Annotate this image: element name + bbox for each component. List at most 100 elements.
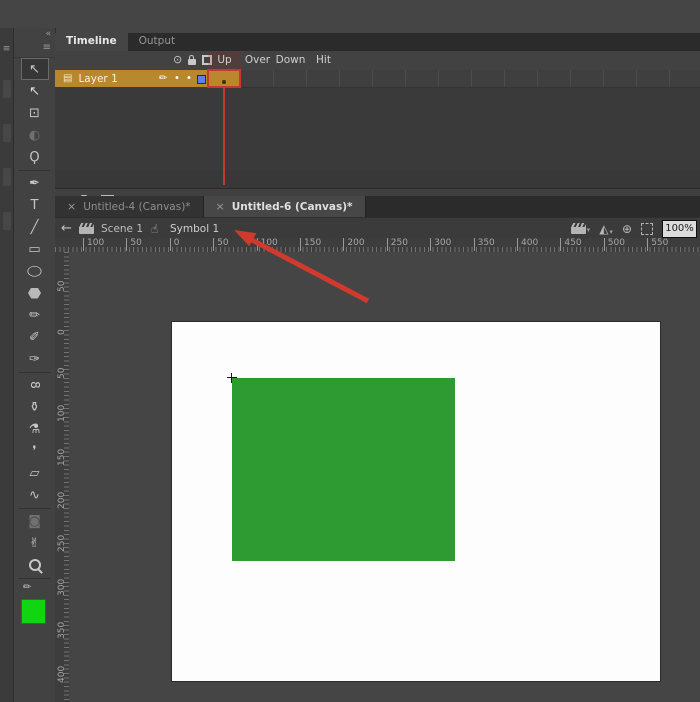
zoom-tool-icon[interactable] bbox=[14, 554, 55, 576]
tools-panel: « ≡ ↖ ↖ ⊡ ◐ Ϙ ✒ T bbox=[14, 28, 56, 702]
symbol-breadcrumb[interactable]: Symbol 1 bbox=[170, 218, 219, 239]
lasso-tool-icon[interactable]: Ϙ bbox=[14, 146, 55, 168]
ruler-label: 150 bbox=[300, 238, 321, 251]
panel-menu-icon[interactable]: ≡ bbox=[43, 42, 51, 54]
eyedropper-tool-icon[interactable]: ❜ bbox=[14, 440, 55, 462]
frame-label-over[interactable]: Over bbox=[241, 51, 274, 70]
collapsed-panel-strip[interactable]: ≡ bbox=[0, 28, 14, 702]
stage-zoom-field[interactable]: 100% bbox=[662, 220, 697, 238]
layer-lock-dot[interactable]: • bbox=[186, 73, 192, 84]
selection-tool-icon[interactable]: ↖ bbox=[21, 58, 49, 80]
ruler-label: 150 bbox=[57, 448, 67, 465]
ruler-label: 100 bbox=[257, 238, 278, 251]
stage-canvas[interactable] bbox=[172, 322, 660, 681]
doc-tab-untitled-6[interactable]: × Untitled-6 (Canvas)* bbox=[204, 196, 366, 217]
document-tab-bar: × Untitled-4 (Canvas)* × Untitled-6 (Can… bbox=[55, 196, 700, 217]
pasteboard[interactable] bbox=[69, 252, 700, 702]
ruler-label: 550 bbox=[647, 238, 668, 251]
ruler-label: 350 bbox=[57, 622, 67, 639]
width-tool-icon[interactable]: ∿ bbox=[14, 484, 55, 506]
layer-visibility-dot[interactable]: • bbox=[174, 73, 180, 84]
eraser-tool-icon[interactable]: ▱ bbox=[14, 462, 55, 484]
tab-output[interactable]: Output bbox=[128, 33, 186, 51]
tab-timeline[interactable]: Timeline bbox=[55, 33, 128, 51]
timeline-header-row: ⊙ UpOverDownHit bbox=[55, 51, 700, 71]
ruler-label: 100 bbox=[57, 405, 67, 422]
edit-bar: ← Scene 1 ☝ Symbol 1 ▾ ◭▾ ⊕ 100% bbox=[55, 217, 700, 240]
center-stage-button[interactable]: ⊕ bbox=[622, 222, 632, 236]
ruler-label: 0 bbox=[170, 238, 180, 251]
subselection-tool-icon[interactable]: ↖ bbox=[14, 80, 55, 102]
close-tab-icon[interactable]: × bbox=[216, 200, 225, 213]
collapsed-panel-slot[interactable] bbox=[3, 124, 11, 142]
collapsed-panel-slot[interactable] bbox=[3, 80, 11, 98]
ruler-label: 400 bbox=[57, 665, 67, 682]
horizontal-ruler: 10050050100150200250300350400450500550 bbox=[55, 238, 700, 253]
frame-grid[interactable] bbox=[208, 70, 700, 88]
bone-tool-icon[interactable]: 8 bbox=[14, 374, 55, 396]
vertical-ruler: 50050100150200250300350400 bbox=[55, 252, 70, 702]
collapsed-panel-slot[interactable] bbox=[3, 212, 11, 230]
paint-brush-tool-icon[interactable]: ✑ bbox=[14, 348, 55, 370]
timeline-panel: TimelineOutput ⊙ UpOverDownHit ▤ Layer 1… bbox=[55, 33, 700, 196]
tool-list: ↖ ↖ ⊡ ◐ Ϙ ✒ T ╱ ▭ bbox=[14, 58, 55, 625]
close-tab-icon[interactable]: × bbox=[67, 200, 76, 213]
frame-label-up[interactable]: Up bbox=[208, 51, 241, 70]
collapse-panel-icon[interactable]: « bbox=[45, 29, 51, 39]
paint-bucket-tool-icon[interactable]: ⚱ bbox=[14, 396, 55, 418]
text-tool-icon[interactable]: T bbox=[14, 194, 55, 216]
line-tool-icon[interactable]: ╱ bbox=[14, 216, 55, 238]
playhead-line[interactable] bbox=[223, 88, 225, 185]
edit-scene-button[interactable]: ▾ bbox=[571, 223, 591, 234]
threed-rotation-tool-icon[interactable]: ◐ bbox=[14, 124, 55, 146]
ruler-label: 200 bbox=[343, 238, 364, 251]
ruler-label: 300 bbox=[430, 238, 451, 251]
layer-outline-color-swatch[interactable] bbox=[197, 75, 206, 84]
timeline-body: ⊙ UpOverDownHit ▤ Layer 1 ✏ • • bbox=[55, 51, 700, 170]
fill-color-swatch[interactable] bbox=[14, 597, 55, 625]
brush-tool-icon[interactable]: ✐ bbox=[14, 326, 55, 348]
ruler-label: 100 bbox=[83, 238, 104, 251]
layer-edit-pencil-icon: ✏ bbox=[159, 73, 167, 84]
doc-tab-untitled-4[interactable]: × Untitled-4 (Canvas)* bbox=[55, 196, 204, 217]
hand-tool-icon[interactable]: ✌ bbox=[14, 532, 55, 554]
frame-label-down[interactable]: Down bbox=[274, 51, 307, 70]
show-hide-all-layers-icon[interactable]: ⊙ bbox=[173, 54, 182, 65]
scene-clapperboard-icon bbox=[79, 223, 94, 234]
stroke-color-icon[interactable]: ✏ bbox=[14, 580, 55, 595]
rectangle-tool-icon[interactable]: ▭ bbox=[14, 238, 55, 260]
clip-content-button[interactable] bbox=[641, 223, 653, 235]
ink-bottle-tool-icon[interactable]: ⚗ bbox=[14, 418, 55, 440]
ruler-label: 450 bbox=[560, 238, 581, 251]
ruler-label: 350 bbox=[474, 238, 495, 251]
ruler-label: 0 bbox=[57, 330, 67, 336]
ruler-label: 50 bbox=[57, 281, 67, 292]
frame-label-highlight bbox=[207, 69, 241, 88]
ruler-label: 50 bbox=[57, 367, 67, 378]
clapperboard-icon bbox=[571, 223, 586, 234]
free-transform-tool-icon[interactable]: ⊡ bbox=[14, 102, 55, 124]
camera-tool-icon[interactable]: ◙ bbox=[14, 510, 55, 532]
panel-menu-icon[interactable]: ≡ bbox=[0, 44, 13, 54]
flash-application-window: ≡ « ≡ ↖ ↖ ⊡ ◐ Ϙ bbox=[0, 0, 700, 702]
ruler-label: 250 bbox=[387, 238, 408, 251]
pencil-tool-icon[interactable]: ✏ bbox=[14, 304, 55, 326]
layer-row[interactable]: ▤ Layer 1 ✏ • • bbox=[55, 70, 700, 87]
back-arrow-button[interactable]: ← bbox=[61, 218, 72, 239]
frame-label-hit[interactable]: Hit bbox=[307, 51, 340, 70]
lock-all-layers-icon[interactable] bbox=[188, 59, 196, 65]
ruler-label: 50 bbox=[126, 238, 141, 251]
scene-breadcrumb[interactable]: Scene 1 bbox=[101, 218, 143, 239]
ruler-label: 200 bbox=[57, 492, 67, 509]
edit-symbol-button[interactable]: ◭▾ bbox=[599, 222, 613, 236]
oval-tool-icon[interactable]: ◯ bbox=[14, 260, 55, 282]
layer-name[interactable]: Layer 1 bbox=[78, 73, 117, 85]
tools-panel-header: « ≡ bbox=[14, 28, 55, 58]
clip-outline-icon bbox=[641, 223, 653, 235]
collapsed-panel-slot[interactable] bbox=[3, 168, 11, 186]
ruler-label: 250 bbox=[57, 535, 67, 552]
layer-name-area[interactable]: ▤ Layer 1 ✏ • • bbox=[55, 70, 208, 87]
polystar-tool-icon[interactable] bbox=[14, 282, 55, 304]
pen-tool-icon[interactable]: ✒ bbox=[14, 172, 55, 194]
drawn-green-rectangle[interactable] bbox=[232, 378, 455, 561]
